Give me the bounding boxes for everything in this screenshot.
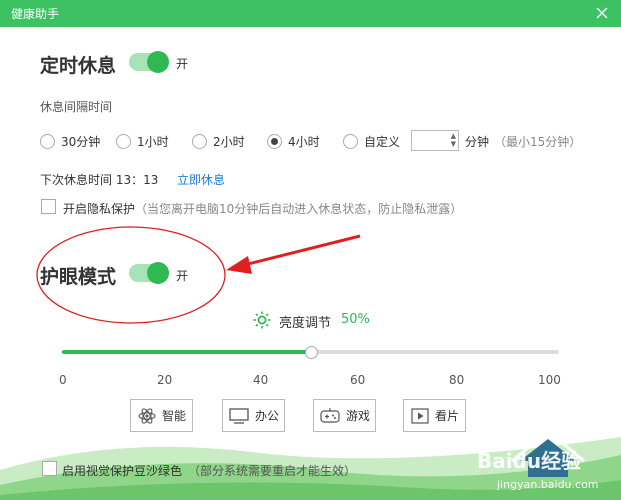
next-rest-time: 下次休息时间 13：13 — [40, 173, 159, 187]
mode-label: 智能 — [161, 409, 186, 423]
radio-circle-checked — [267, 134, 282, 149]
tick-label: 40 — [253, 373, 269, 387]
atom-icon — [138, 407, 156, 424]
toggle-knob — [147, 262, 169, 284]
privacy-hint: （当您离开电脑10分钟后自动进入休息状态，防止隐私泄露） — [135, 202, 463, 216]
option-4h[interactable]: 4小时 — [267, 133, 320, 150]
green-mode-checkbox[interactable] — [42, 461, 57, 476]
gamepad-icon — [320, 407, 340, 423]
brightness-slider[interactable] — [62, 346, 559, 359]
green-mode-hint: （部分系统需要重启才能生效） — [188, 464, 357, 478]
eye-toggle-label: 开 — [176, 269, 189, 283]
eye-section-title: 护眼模式 — [40, 266, 117, 288]
mode-label: 办公 — [254, 409, 279, 423]
option-30min[interactable]: 30分钟 — [40, 133, 100, 150]
radio-circle — [40, 134, 55, 149]
eye-toggle[interactable] — [129, 262, 169, 284]
rest-section-title: 定时休息 — [40, 55, 117, 77]
brightness-label: 亮度调节 — [279, 316, 332, 331]
option-custom[interactable]: 自定义 — [343, 133, 400, 150]
option-label: 30分钟 — [61, 135, 101, 149]
play-icon — [411, 407, 429, 424]
option-label: 4小时 — [288, 135, 320, 149]
option-label: 1小时 — [137, 135, 169, 149]
green-mode-label: 启用视觉保护豆沙绿色 — [62, 464, 183, 478]
option-label: 2小时 — [213, 135, 245, 149]
interval-label: 休息间隔时间 — [40, 100, 113, 114]
tick-label: 60 — [350, 373, 366, 387]
toggle-knob — [147, 51, 169, 73]
rest-now-link[interactable]: 立即休息 — [177, 171, 225, 188]
brightness-value: 50% — [341, 312, 370, 327]
watermark-url: jingyan.baidu.com — [497, 478, 599, 491]
slider-thumb[interactable] — [304, 346, 318, 359]
custom-minutes-input[interactable]: ▲ ▼ — [411, 130, 459, 151]
spin-arrows-icon[interactable]: ▲ ▼ — [451, 132, 456, 148]
tick-label: 80 — [449, 373, 465, 387]
tick-label: 100 — [538, 373, 561, 387]
option-label: 自定义 — [364, 135, 401, 149]
privacy-label: 开启隐私保护 — [63, 202, 136, 216]
tick-label: 0 — [59, 373, 67, 387]
rest-toggle-label: 开 — [176, 57, 189, 71]
mode-label: 游戏 — [345, 409, 370, 423]
radio-circle — [192, 134, 207, 149]
close-icon[interactable] — [593, 4, 611, 22]
mode-label: 看片 — [434, 409, 459, 423]
watermark-brand: Baidu经验 — [477, 449, 582, 473]
radio-circle — [343, 134, 358, 149]
option-1h[interactable]: 1小时 — [116, 133, 169, 150]
annotation-arrow-shaft — [239, 234, 361, 268]
annotation-arrow-head — [226, 256, 252, 274]
custom-unit: 分钟 — [465, 135, 490, 149]
custom-hint: （最小15分钟） — [494, 135, 582, 149]
radio-circle — [116, 134, 131, 149]
title-bar: 健康助手 — [0, 0, 621, 27]
window-title: 健康助手 — [11, 7, 60, 21]
rest-toggle[interactable] — [129, 51, 169, 73]
sun-icon — [253, 311, 271, 329]
tick-label: 20 — [157, 373, 173, 387]
option-2h[interactable]: 2小时 — [192, 133, 245, 150]
privacy-checkbox[interactable] — [41, 199, 56, 214]
slider-fill — [62, 350, 311, 354]
monitor-icon — [229, 407, 249, 424]
